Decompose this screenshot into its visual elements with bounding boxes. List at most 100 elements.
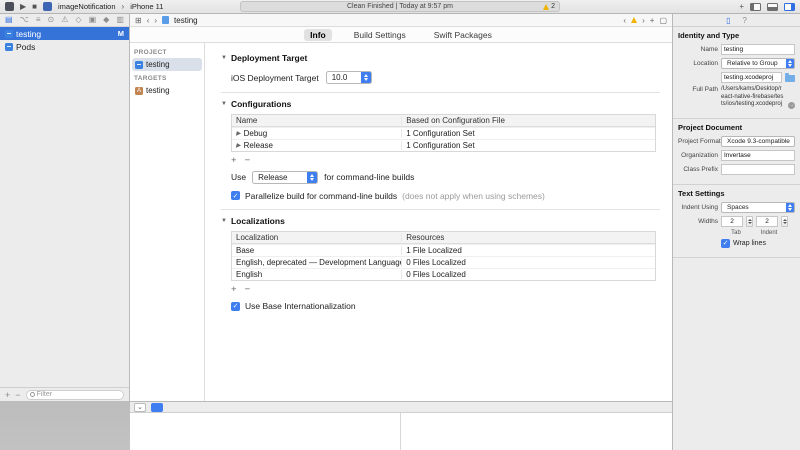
column-header-name[interactable]: Name	[232, 116, 401, 125]
wrap-lines-checkbox[interactable]: ✓	[721, 239, 730, 248]
tab-info[interactable]: Info	[304, 29, 332, 41]
project-targets-sidebar: PROJECT testing TARGETS A testing	[130, 43, 205, 401]
file-inspector-icon[interactable]: ▯	[726, 16, 730, 25]
library-button[interactable]: +	[739, 3, 744, 11]
quick-help-icon[interactable]: ?	[742, 16, 746, 25]
ios-deployment-target-popup[interactable]: 10.0	[326, 71, 372, 84]
disclosure-triangle-icon[interactable]: ▼	[221, 55, 227, 61]
column-header-based-on[interactable]: Based on Configuration File	[401, 116, 655, 125]
remove-configuration-button[interactable]: −	[245, 156, 251, 166]
table-row[interactable]: ▶Release 1 Configuration Set	[232, 139, 655, 151]
disclosure-triangle-icon[interactable]: ▼	[221, 218, 227, 224]
disclosure-triangle-icon[interactable]: ▼	[221, 101, 227, 107]
section-divider	[221, 92, 660, 93]
wrap-lines-row: ✓ Wrap lines	[678, 239, 795, 248]
hide-debug-area-button[interactable]: ⌄	[134, 403, 146, 412]
add-editor-button[interactable]: +	[650, 16, 655, 25]
project-document-section: Project Document Project Format Xcode 9.…	[673, 119, 800, 185]
full-path-label: Full Path	[678, 86, 718, 93]
debug-navigator-icon[interactable]: ▣	[89, 16, 97, 24]
table-row[interactable]: English 0 Files Localized	[232, 268, 655, 280]
location-popup[interactable]: Relative to Group	[721, 58, 795, 69]
filter-field[interactable]: Filter	[26, 390, 124, 400]
config-based-on: 1 Configuration Set	[401, 129, 655, 138]
target-item[interactable]: A testing	[132, 84, 202, 97]
debug-pane-divider[interactable]	[400, 413, 401, 450]
add-button[interactable]: +	[5, 390, 10, 400]
tab-build-settings[interactable]: Build Settings	[348, 29, 412, 41]
test-navigator-icon[interactable]: ◇	[75, 16, 81, 24]
inspector-toggle-icon[interactable]	[784, 3, 795, 11]
navigator-toggle-icon[interactable]	[750, 3, 761, 11]
deployment-target-section-header[interactable]: ▼ Deployment Target	[221, 53, 660, 63]
indent-width-field[interactable]: 2	[756, 216, 778, 227]
symbol-navigator-icon[interactable]: ≡	[36, 16, 41, 24]
organization-field[interactable]: Invertase	[721, 150, 795, 161]
source-control-navigator-icon[interactable]: ⌥	[20, 16, 29, 24]
breadcrumb[interactable]: testing	[174, 16, 198, 25]
name-row: Name testing	[678, 44, 795, 55]
choose-folder-icon[interactable]	[785, 75, 795, 82]
run-button[interactable]: ▶	[20, 3, 26, 11]
full-path-value: /Users/kams/Desktop/react-native-firebas…	[721, 86, 785, 109]
back-button[interactable]: ‹	[147, 16, 150, 25]
localization-name: English, deprecated — Development Langua…	[236, 258, 401, 267]
table-row[interactable]: English, deprecated — Development Langua…	[232, 256, 655, 268]
disclosure-triangle-icon[interactable]: ▶	[236, 143, 241, 149]
localizations-section-header[interactable]: ▼ Localizations	[221, 216, 660, 226]
class-prefix-field[interactable]	[721, 164, 795, 175]
tab-width-field[interactable]: 2	[721, 216, 743, 227]
filter-icon	[30, 392, 35, 397]
toolbar-right-controls: +	[739, 0, 795, 13]
remove-localization-button[interactable]: −	[245, 285, 251, 295]
filter-placeholder: Filter	[37, 391, 53, 398]
editor-layout-icon[interactable]: ▢	[659, 16, 667, 25]
table-row[interactable]: ▶Debug 1 Configuration Set	[232, 127, 655, 139]
project-item[interactable]: testing	[132, 58, 202, 71]
targets-section-header: TARGETS	[130, 71, 204, 84]
debug-area-toggle-icon[interactable]	[767, 3, 778, 11]
parallelize-checkbox[interactable]: ✓	[231, 191, 240, 200]
device-selector[interactable]: iPhone 11	[130, 2, 163, 11]
next-issue-button[interactable]: ›	[642, 16, 645, 25]
column-header-resources[interactable]: Resources	[401, 233, 655, 242]
project-row-testing[interactable]: testing M	[0, 27, 129, 40]
container-field[interactable]: testing.xcodeproj	[721, 72, 782, 83]
report-navigator-icon[interactable]: ▥	[116, 16, 124, 24]
section-title: Project Document	[678, 123, 795, 132]
indent-using-popup[interactable]: Spaces	[721, 202, 795, 213]
tab-overview-icon[interactable]: ⊞	[135, 16, 142, 25]
add-configuration-button[interactable]: +	[231, 156, 237, 166]
remove-button[interactable]: −	[15, 390, 20, 400]
tab-swift-packages[interactable]: Swift Packages	[428, 29, 498, 41]
tab-width-stepper[interactable]	[746, 216, 753, 227]
table-row[interactable]: Base 1 File Localized	[232, 244, 655, 256]
app-icon[interactable]	[5, 2, 14, 11]
warning-badge[interactable]: 2	[543, 3, 555, 10]
find-navigator-icon[interactable]: ⊙	[48, 16, 55, 24]
issue-navigator-icon[interactable]: ⚠	[61, 16, 68, 24]
previous-issue-button[interactable]: ‹	[623, 16, 626, 25]
section-title: Configurations	[231, 99, 291, 109]
add-localization-button[interactable]: +	[231, 285, 237, 295]
debug-layout-toggle-icon[interactable]	[151, 403, 163, 412]
disclosure-triangle-icon[interactable]: ▶	[236, 131, 241, 137]
project-navigator-icon[interactable]: ▤	[5, 16, 13, 24]
forward-button[interactable]: ›	[154, 16, 157, 25]
issue-warning-icon[interactable]	[631, 17, 637, 23]
config-name: Debug	[244, 129, 268, 138]
project-format-popup[interactable]: Xcode 9.3-compatible	[721, 136, 795, 147]
command-line-config-popup[interactable]: Release	[252, 171, 318, 184]
name-field[interactable]: testing	[721, 44, 795, 55]
breakpoint-navigator-icon[interactable]: ◆	[103, 16, 109, 24]
navigator-filter-bar: + − Filter	[0, 387, 129, 401]
column-header-localization[interactable]: Localization	[232, 233, 401, 242]
project-row-pods[interactable]: Pods	[0, 40, 129, 53]
scheme-selector[interactable]: imageNotification	[58, 2, 116, 11]
editor-body: PROJECT testing TARGETS A testing ▼ Depl…	[130, 43, 672, 401]
stop-button[interactable]: ■	[32, 3, 37, 11]
reveal-in-finder-icon[interactable]: →	[788, 102, 795, 109]
configurations-section-header[interactable]: ▼ Configurations	[221, 99, 660, 109]
base-internationalization-checkbox[interactable]: ✓	[231, 302, 240, 311]
indent-width-stepper[interactable]	[781, 216, 788, 227]
